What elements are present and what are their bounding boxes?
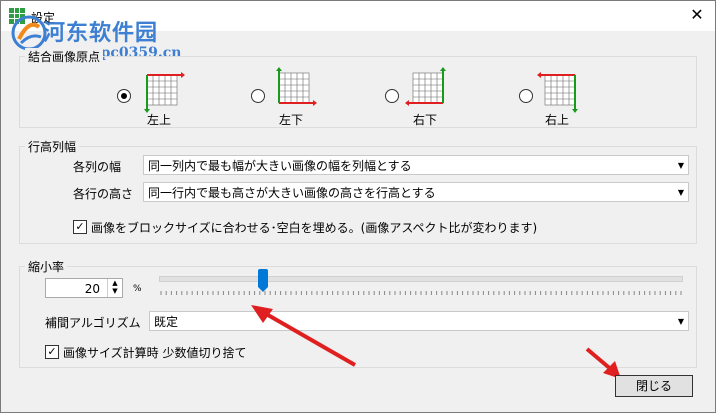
close-button-label: 閉じる — [635, 379, 672, 393]
origin-radio-top-right[interactable] — [519, 89, 533, 103]
interp-label: 補間アルゴリズム — [45, 316, 141, 330]
origin-radio-bottom-left[interactable] — [251, 89, 265, 103]
scale-slider-track[interactable] — [159, 276, 683, 282]
origin-bottom-right-icon — [405, 67, 446, 106]
row-col-group-title: 行高列幅 — [25, 138, 80, 155]
col-width-value: 同一列内で最も幅が大きい画像の幅を列幅とする — [148, 159, 412, 173]
origin-group-title: 結合画像原点 — [25, 48, 104, 65]
origin-radio-bottom-right[interactable] — [385, 89, 399, 103]
origin-label-bottom-left: 左下 — [279, 113, 304, 127]
spin-buttons[interactable]: ▲ ▼ — [107, 279, 122, 297]
interp-select[interactable]: 既定 ▼ — [149, 311, 689, 331]
scale-value: 20 — [84, 282, 100, 296]
scale-group-title: 縮小率 — [25, 258, 68, 275]
row-height-select[interactable]: 同一行内で最も高さが大きい画像の高さを行高とする ▼ — [143, 182, 689, 202]
origin-label-top-right: 右上 — [545, 113, 570, 127]
scale-unit: % — [133, 284, 142, 294]
fit-block-label: 画像をブロックサイズに合わせる･空白を埋める。(画像アスペクト比が変わります) — [91, 221, 538, 235]
row-height-value: 同一行内で最も高さが大きい画像の高さを行高とする — [148, 186, 436, 200]
scale-spinbox[interactable]: 20 ▲ ▼ — [45, 278, 123, 298]
fit-block-checkbox[interactable]: ✓ — [73, 220, 87, 234]
origin-bottom-left-icon — [276, 67, 317, 106]
origin-label-bottom-right: 右下 — [413, 113, 438, 127]
origin-label-top-left: 左上 — [147, 113, 172, 127]
origin-radio-top-left[interactable] — [117, 89, 131, 103]
origin-top-left-icon — [144, 72, 185, 113]
scale-slider-ticks — [160, 291, 682, 295]
close-icon[interactable]: ✕ — [687, 5, 707, 25]
col-width-select[interactable]: 同一列内で最も幅が大きい画像の幅を列幅とする ▼ — [143, 155, 689, 175]
close-button[interactable]: 閉じる — [615, 375, 693, 397]
chevron-down-icon: ▼ — [677, 161, 684, 170]
chevron-down-icon: ▼ — [677, 317, 684, 326]
settings-dialog: 設定 ✕ 河东软件园 www.pc0359.cn 結合画像原点 左上 左下 右下… — [0, 0, 716, 413]
red-annotation-arrow — [251, 305, 356, 367]
origin-top-right-icon — [537, 72, 578, 113]
watermark-text: 河东软件园 — [43, 20, 159, 46]
truncate-checkbox[interactable]: ✓ — [45, 345, 59, 359]
row-height-label: 各行の高さ — [73, 187, 134, 201]
chevron-down-icon: ▼ — [677, 188, 684, 197]
truncate-label: 画像サイズ計算時 少数値切り捨て — [63, 346, 247, 360]
scale-slider-thumb[interactable] — [258, 269, 269, 292]
col-width-label: 各列の幅 — [73, 160, 122, 174]
interp-value: 既定 — [154, 315, 179, 329]
